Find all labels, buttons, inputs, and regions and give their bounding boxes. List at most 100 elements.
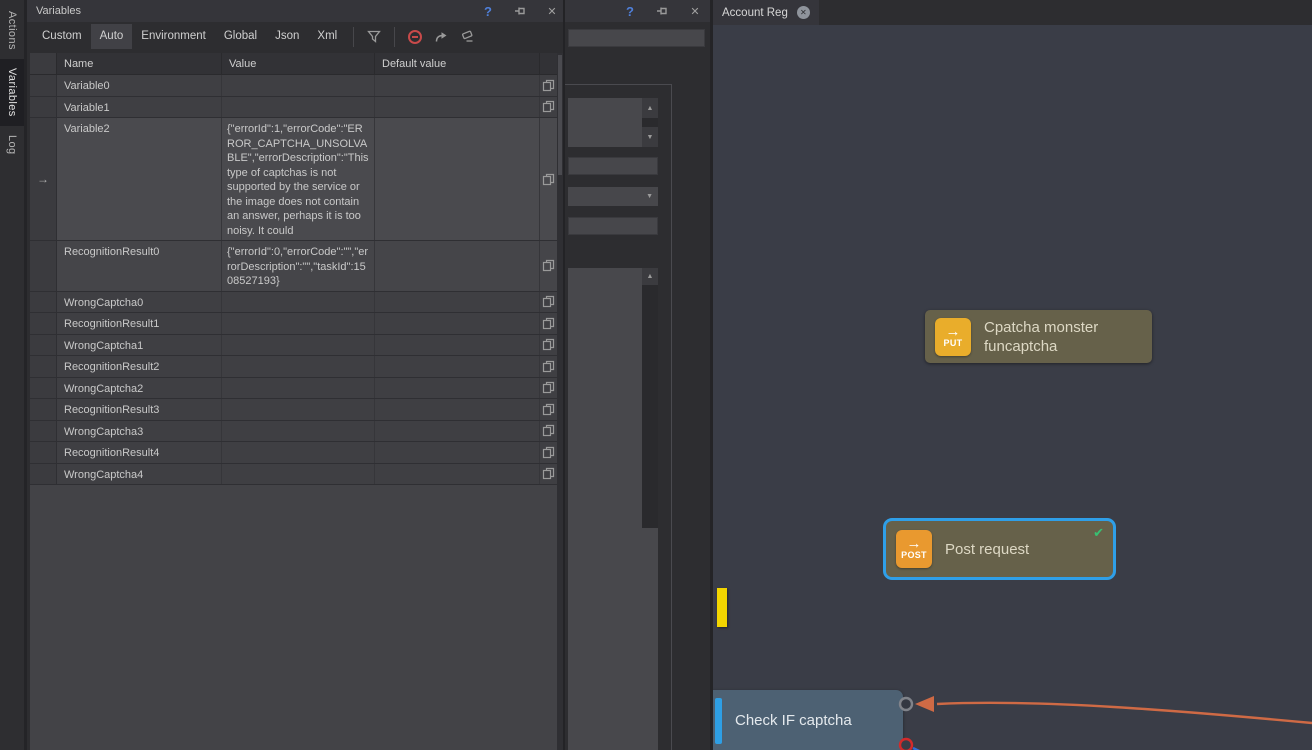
- header-default-value[interactable]: Default value: [375, 53, 540, 74]
- table-row[interactable]: RecognitionResult3: [30, 399, 557, 421]
- sidebar-tab-variables[interactable]: Variables: [0, 59, 24, 126]
- table-row[interactable]: WrongCaptcha2: [30, 378, 557, 400]
- copy-icon[interactable]: [540, 399, 557, 420]
- variable-value-cell[interactable]: [222, 75, 375, 96]
- yellow-marker[interactable]: [717, 588, 727, 627]
- table-row[interactable]: RecognitionResult2: [30, 356, 557, 378]
- variable-name-cell[interactable]: RecognitionResult2: [57, 356, 222, 377]
- help-icon[interactable]: ?: [479, 2, 497, 20]
- copy-icon[interactable]: [540, 241, 557, 291]
- variable-name-cell[interactable]: Variable2: [57, 118, 222, 240]
- variable-name-cell[interactable]: WrongCaptcha0: [57, 292, 222, 313]
- table-row[interactable]: →Variable2{"errorId":1,"errorCode":"ERRO…: [30, 118, 557, 241]
- tab-account-reg[interactable]: Account Reg ✕: [713, 0, 819, 25]
- copy-icon[interactable]: [540, 292, 557, 313]
- tab-global[interactable]: Global: [215, 24, 266, 49]
- scroll-up-icon[interactable]: ▲: [642, 268, 658, 285]
- tab-json[interactable]: Json: [266, 24, 308, 49]
- table-row[interactable]: Variable0: [30, 75, 557, 97]
- copy-icon[interactable]: [540, 75, 557, 96]
- variable-default-cell[interactable]: [375, 241, 540, 291]
- copy-icon[interactable]: [540, 442, 557, 463]
- variable-name-cell[interactable]: Variable0: [57, 75, 222, 96]
- eraser-icon[interactable]: [456, 26, 478, 48]
- copy-icon[interactable]: [540, 356, 557, 377]
- variable-value-cell[interactable]: [222, 378, 375, 399]
- header-name[interactable]: Name: [57, 53, 222, 74]
- variable-value-cell[interactable]: [222, 442, 375, 463]
- variable-value-cell[interactable]: [222, 97, 375, 118]
- variable-name-cell[interactable]: RecognitionResult0: [57, 241, 222, 291]
- copy-icon[interactable]: [540, 421, 557, 442]
- tab-custom[interactable]: Custom: [33, 24, 91, 49]
- table-row[interactable]: WrongCaptcha4: [30, 464, 557, 486]
- variable-name-cell[interactable]: RecognitionResult4: [57, 442, 222, 463]
- variable-default-cell[interactable]: [375, 378, 540, 399]
- spinner-down-icon[interactable]: ▼: [642, 127, 658, 147]
- node-post-request[interactable]: → POST Post request ✔: [883, 518, 1116, 580]
- variable-default-cell[interactable]: [375, 313, 540, 334]
- inspector-textarea[interactable]: ▲: [568, 268, 658, 750]
- table-row[interactable]: RecognitionResult1: [30, 313, 557, 335]
- pin-icon[interactable]: [511, 2, 529, 20]
- variable-value-cell[interactable]: [222, 313, 375, 334]
- copy-icon[interactable]: [540, 118, 557, 240]
- variable-name-cell[interactable]: RecognitionResult3: [57, 399, 222, 420]
- table-row[interactable]: WrongCaptcha1: [30, 335, 557, 357]
- variable-value-cell[interactable]: [222, 292, 375, 313]
- flowchart-canvas[interactable]: → PUT Cpatcha monster funcaptcha → POST …: [713, 25, 1312, 750]
- close-icon[interactable]: ✕: [543, 2, 561, 20]
- variable-name-cell[interactable]: WrongCaptcha4: [57, 464, 222, 485]
- variable-value-cell[interactable]: [222, 464, 375, 485]
- variable-value-cell[interactable]: [222, 421, 375, 442]
- sidebar-tab-actions[interactable]: Actions: [0, 2, 24, 59]
- copy-icon[interactable]: [540, 335, 557, 356]
- spinner-up-icon[interactable]: ▲: [642, 98, 658, 118]
- variable-name-cell[interactable]: WrongCaptcha3: [57, 421, 222, 442]
- variable-name-cell[interactable]: WrongCaptcha1: [57, 335, 222, 356]
- variable-value-cell[interactable]: [222, 356, 375, 377]
- variable-default-cell[interactable]: [375, 421, 540, 442]
- inspector-text-field[interactable]: [568, 217, 658, 235]
- copy-icon[interactable]: [540, 464, 557, 485]
- variable-default-cell[interactable]: [375, 75, 540, 96]
- table-row[interactable]: RecognitionResult4: [30, 442, 557, 464]
- table-row[interactable]: Variable1: [30, 97, 557, 119]
- table-row[interactable]: WrongCaptcha0: [30, 292, 557, 314]
- textarea-scrollbar[interactable]: ▲: [642, 268, 658, 750]
- tab-xml[interactable]: Xml: [308, 24, 346, 49]
- variable-default-cell[interactable]: [375, 292, 540, 313]
- variable-name-cell[interactable]: Variable1: [57, 97, 222, 118]
- sidebar-tab-log[interactable]: Log: [0, 126, 24, 164]
- variable-value-cell[interactable]: [222, 335, 375, 356]
- tab-auto[interactable]: Auto: [91, 24, 133, 49]
- variable-default-cell[interactable]: [375, 464, 540, 485]
- table-row[interactable]: RecognitionResult0{"errorId":0,"errorCod…: [30, 241, 557, 292]
- variable-value-cell[interactable]: [222, 399, 375, 420]
- copy-icon[interactable]: [540, 378, 557, 399]
- filter-icon[interactable]: [363, 26, 385, 48]
- variable-default-cell[interactable]: [375, 399, 540, 420]
- header-value[interactable]: Value: [222, 53, 375, 74]
- variable-name-cell[interactable]: RecognitionResult1: [57, 313, 222, 334]
- inspector-dropdown[interactable]: ▼: [568, 187, 658, 206]
- variable-default-cell[interactable]: [375, 97, 540, 118]
- copy-icon[interactable]: [540, 97, 557, 118]
- close-icon[interactable]: ✕: [686, 2, 704, 20]
- remove-variable-icon[interactable]: [404, 26, 426, 48]
- node-captcha-monster[interactable]: → PUT Cpatcha monster funcaptcha: [925, 310, 1152, 363]
- inspector-text-field[interactable]: [568, 29, 705, 47]
- copy-icon[interactable]: [540, 313, 557, 334]
- pin-icon[interactable]: [653, 2, 671, 20]
- number-spinner[interactable]: ▲ ▼: [568, 98, 658, 147]
- variable-name-cell[interactable]: WrongCaptcha2: [57, 378, 222, 399]
- variable-value-cell[interactable]: {"errorId":0,"errorCode":"","errorDescri…: [222, 241, 375, 291]
- variable-default-cell[interactable]: [375, 335, 540, 356]
- variable-default-cell[interactable]: [375, 442, 540, 463]
- scrollbar-track[interactable]: [642, 285, 658, 528]
- variable-value-cell[interactable]: {"errorId":1,"errorCode":"ERROR_CAPTCHA_…: [222, 118, 375, 240]
- table-row[interactable]: WrongCaptcha3: [30, 421, 557, 443]
- node-check-if-captcha[interactable]: Check IF captcha: [713, 690, 903, 750]
- tab-environment[interactable]: Environment: [132, 24, 215, 49]
- help-icon[interactable]: ?: [621, 2, 639, 20]
